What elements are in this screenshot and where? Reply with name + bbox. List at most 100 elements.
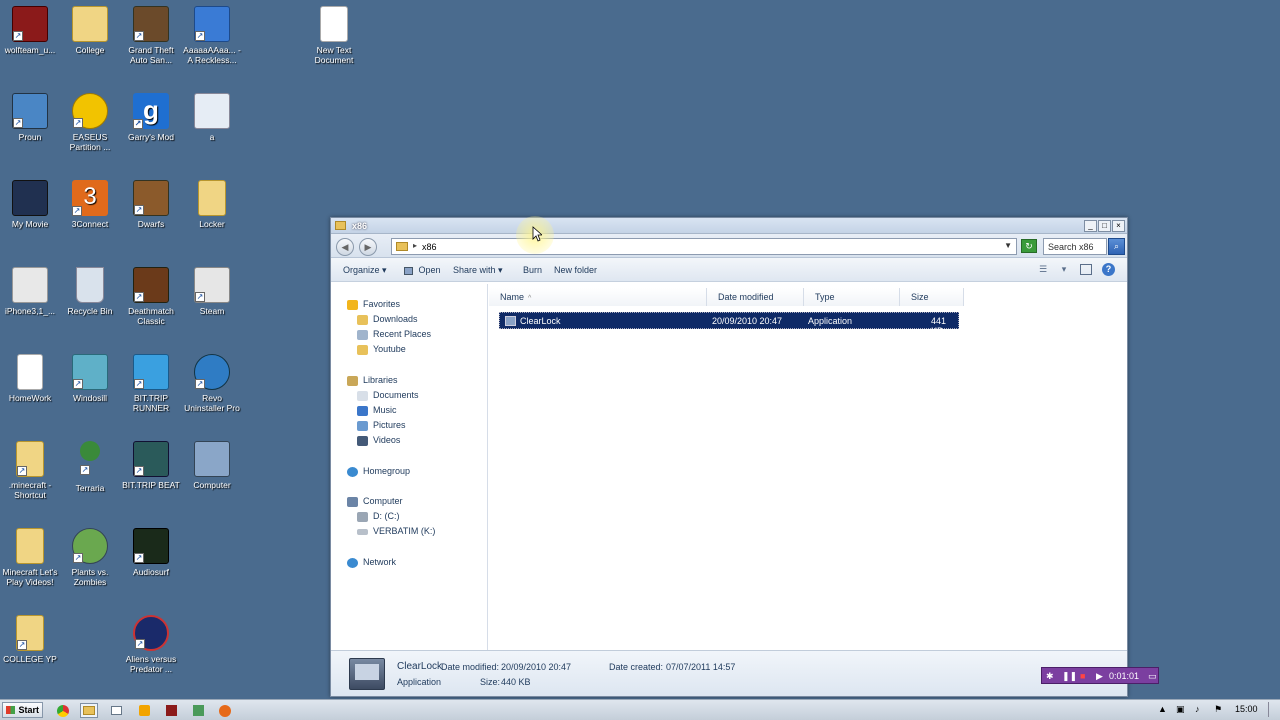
view-options-icon[interactable]: ☰ — [1037, 264, 1049, 275]
documents-icon — [357, 390, 368, 401]
burn-button[interactable]: Burn — [523, 265, 542, 275]
chevron-down-icon[interactable]: ▾ — [1058, 264, 1070, 275]
chrome-taskbar-icon[interactable] — [54, 703, 72, 718]
nav-youtube[interactable]: Youtube — [357, 343, 406, 356]
nav-pictures[interactable]: Pictures — [357, 419, 406, 432]
desktop-icon-college-yp[interactable]: ↗ COLLEGE YP — [0, 615, 60, 664]
folder-icon — [198, 180, 226, 216]
back-button[interactable]: ◀ — [336, 238, 354, 256]
desktop-icon-locker[interactable]: Locker — [182, 180, 242, 229]
desktop-icon-bittrip-runner[interactable]: ↗ BIT.TRIP RUNNER — [121, 354, 181, 413]
address-field[interactable]: ▸ x86 ▼ — [391, 238, 1017, 255]
nav-downloads[interactable]: Downloads — [357, 313, 418, 326]
search-button[interactable]: ⌕ — [1108, 238, 1125, 255]
revo-icon: ↗ — [194, 354, 230, 390]
desktop-icon-new-text-document[interactable]: New Text Document — [304, 6, 364, 65]
share-with-button[interactable]: Share with ▾ — [453, 265, 503, 276]
column-date-modified[interactable]: Date modified — [707, 288, 804, 306]
desktop-icon-computer[interactable]: Computer — [182, 441, 242, 490]
clock[interactable]: 15:00 — [1235, 704, 1258, 714]
refresh-button[interactable]: ↻ — [1021, 239, 1037, 253]
desktop-icon-recycle-bin[interactable]: Recycle Bin — [60, 267, 120, 316]
desktop-icon-windosill[interactable]: ↗ Windosill — [60, 354, 120, 403]
maximize-button[interactable]: □ — [1098, 220, 1111, 232]
nav-documents[interactable]: Documents — [357, 389, 419, 402]
details-date-created-label: Date created: — [609, 662, 664, 672]
stop-icon[interactable]: ■ — [1080, 671, 1085, 681]
nav-homegroup[interactable]: Homegroup — [347, 465, 410, 478]
media-player-taskbar-icon[interactable] — [135, 703, 153, 718]
details-date-created: 07/07/2011 14:57 — [666, 662, 736, 672]
file-name: ClearLock — [520, 316, 561, 326]
app-taskbar-icon[interactable] — [189, 703, 207, 718]
settings-file-icon — [194, 93, 230, 129]
forward-button[interactable]: ▶ — [359, 238, 377, 256]
close-button[interactable]: × — [1112, 220, 1125, 232]
nav-network[interactable]: Network — [347, 556, 396, 569]
desktop-icon-3connect[interactable]: 3 ↗ 3Connect — [60, 180, 120, 229]
nav-music[interactable]: Music — [357, 404, 397, 417]
explorer-taskbar-icon[interactable] — [80, 703, 98, 718]
garrys-mod-icon: g ↗ — [133, 93, 169, 129]
recorder-menu-icon[interactable]: ▭ — [1148, 671, 1157, 682]
usb-drive-icon — [357, 528, 368, 535]
network-tray-icon[interactable]: ▣ — [1176, 704, 1185, 715]
desktop-icon-revo[interactable]: ↗ Revo Uninstaller Pro — [182, 354, 242, 413]
nav-recent-places[interactable]: Recent Places — [357, 328, 431, 341]
desktop-icon-minecraft-videos[interactable]: Minecraft Let's Play Videos! — [0, 528, 60, 587]
help-icon[interactable]: ? — [1102, 263, 1115, 276]
desktop-icon-terraria[interactable]: ↗ Terraria — [60, 441, 120, 493]
minimize-button[interactable]: _ — [1084, 220, 1097, 232]
show-desktop-button[interactable] — [1268, 702, 1278, 717]
wolfteam-taskbar-icon[interactable] — [162, 703, 180, 718]
open-button[interactable]: Open — [404, 265, 441, 275]
start-button[interactable]: Start — [2, 702, 43, 718]
desktop-icon-audiosurf[interactable]: ↗ Audiosurf — [121, 528, 181, 577]
flag-icon[interactable]: ⚑ — [1214, 704, 1222, 715]
organize-button[interactable]: Organize ▾ — [343, 265, 387, 276]
nav-drive-k[interactable]: VERBATIM (K:) — [357, 525, 435, 538]
desktop-icon-dwarfs[interactable]: ↗ Dwarfs — [121, 180, 181, 229]
desktop-icon-college[interactable]: College — [60, 6, 120, 55]
column-type[interactable]: Type — [804, 288, 900, 306]
firefox-taskbar-icon[interactable] — [216, 703, 234, 718]
column-name[interactable]: Name ^ — [489, 288, 707, 306]
desktop-icon-a[interactable]: a — [182, 93, 242, 142]
desktop-icon-gta[interactable]: ↗ Grand Theft Auto San... — [121, 6, 181, 65]
window-taskbar-icon[interactable] — [107, 703, 125, 718]
column-size[interactable]: Size — [900, 288, 964, 306]
forward-arrow-icon: ▶ — [364, 242, 372, 252]
chevron-up-icon[interactable]: ▲ — [1158, 704, 1167, 714]
search-input[interactable]: Search x86 — [1043, 238, 1107, 255]
details-date-modified: 20/09/2010 20:47 — [501, 662, 572, 672]
desktop-icon-deathmatch[interactable]: ↗ Deathmatch Classic — [121, 267, 181, 326]
desktop-icon-iphone[interactable]: iPhone3,1_... — [0, 267, 60, 316]
desktop-icon-wolfteam[interactable]: ↗ wolfteam_u... — [0, 6, 60, 55]
pause-icon[interactable]: ❚❚ — [1062, 671, 1077, 682]
desktop-icon-aaaa[interactable]: ↗ AaaaaAAaa... - A Reckless... — [182, 6, 242, 65]
nav-videos[interactable]: Videos — [357, 434, 400, 447]
desktop-icon-easeus[interactable]: ↗ EASEUS Partition ... — [60, 93, 120, 152]
address-bar: ◀ ▶ ▸ x86 ▼ ↻ Search x86 ⌕ — [331, 234, 1127, 258]
preview-pane-icon[interactable] — [1080, 264, 1092, 275]
desktop-icon-my-movie[interactable]: My Movie — [0, 180, 60, 229]
desktop-icon-bittrip-beat[interactable]: ↗ BIT.TRIP BEAT — [121, 441, 181, 490]
nav-favorites[interactable]: Favorites — [347, 298, 400, 311]
table-row[interactable]: ClearLock 20/09/2010 20:47 Application 4… — [499, 312, 959, 336]
desktop-icon-minecraft-shortcut[interactable]: ↗ .minecraft - Shortcut — [0, 441, 60, 500]
volume-icon[interactable]: ♪ — [1195, 704, 1200, 714]
chevron-down-icon[interactable]: ▼ — [1004, 241, 1012, 250]
desktop-icon-avp[interactable]: ↗ Aliens versus Predator ... — [121, 615, 181, 674]
explorer-window[interactable]: x86 _ □ × ◀ ▶ ▸ x86 ▼ ↻ Search x86 ⌕ Org… — [330, 217, 1128, 697]
nav-drive-d[interactable]: D: (C:) — [357, 510, 400, 523]
nav-computer[interactable]: Computer — [347, 495, 403, 508]
desktop-icon-garrys-mod[interactable]: g ↗ Garry's Mod — [121, 93, 181, 142]
desktop-icon-steam[interactable]: ↗ Steam — [182, 267, 242, 316]
play-icon[interactable]: ▶ — [1096, 671, 1103, 682]
new-folder-button[interactable]: New folder — [554, 265, 597, 275]
desktop-icon-homework[interactable]: HomeWork — [0, 354, 60, 403]
nav-libraries[interactable]: Libraries — [347, 374, 398, 387]
desktop-icon-pvz[interactable]: ↗ Plants vs. Zombies — [60, 528, 120, 587]
desktop-icon-proun[interactable]: ↗ Proun — [0, 93, 60, 142]
title-bar[interactable]: x86 _ □ × — [331, 218, 1127, 234]
